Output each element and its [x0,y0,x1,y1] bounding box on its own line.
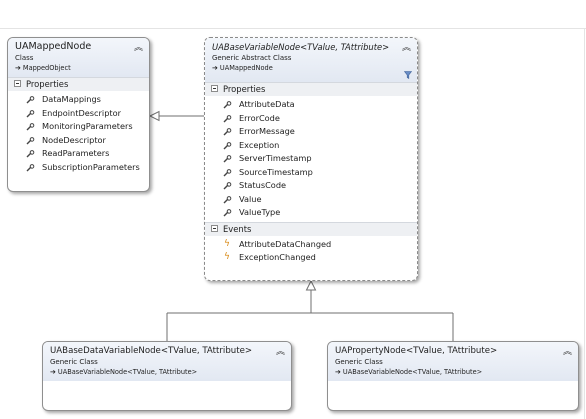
property-name: DataMappings [42,94,101,104]
property-name: StatusCode [239,180,287,190]
property-item[interactable]: Exception [205,139,417,153]
inherits-arrow-icon: ➔ [212,64,218,72]
property-name: EndpointDescriptor [42,107,121,118]
class-kind: Generic Class [50,358,98,366]
wrench-icon [26,96,35,104]
property-list: DataMappings EndpointDescriptor Monitori… [8,91,149,176]
collapse-chevron-icon[interactable]: ︽ [134,40,143,53]
wrench-icon [223,209,232,217]
wrench-icon [223,101,232,109]
property-item[interactable]: SourceTimestamp [205,166,417,180]
class-base: ➔ UABaseVariableNode<TValue, TAttribute> [335,368,572,377]
section-title: Events [223,223,252,234]
class-name: UAMappedNode [15,41,92,52]
class-box-ua-base-variable-node[interactable]: UABaseVariableNode<TValue, TAttribute> G… [204,37,418,281]
event-item[interactable]: ϟ ExceptionChanged [205,251,417,265]
class-name: UABaseVariableNode<TValue, TAttribute> [212,42,390,52]
class-kind: Class [15,54,34,62]
inherits-arrow-icon: ➔ [15,64,21,72]
class-header: UAMappedNode Class ➔ MappedObject ︽ [8,38,149,77]
collapse-minus-icon[interactable] [211,85,218,92]
wrench-icon [223,168,232,176]
property-item[interactable]: EndpointDescriptor [8,107,149,121]
property-name: ReadParameters [42,148,110,158]
section-title: Properties [223,84,266,94]
property-list: AttributeData ErrorCode ErrorMessage Exc… [205,96,417,222]
property-name: ErrorCode [239,112,280,123]
wrench-icon [26,123,35,131]
generalization-arrowhead-base [305,279,317,291]
event-name: AttributeDataChanged [239,238,332,249]
wrench-icon [26,136,35,144]
collapse-minus-icon[interactable] [14,80,21,87]
wrench-icon [223,141,232,149]
inherits-arrow-icon: ➔ [335,368,341,376]
property-name: Value [239,193,262,204]
class-header: UAPropertyNode<TValue, TAttribute> Gener… [328,342,578,381]
class-name: UABaseDataVariableNode<TValue, TAttribut… [50,346,253,356]
class-box-ua-base-data-variable-node[interactable]: UABaseDataVariableNode<TValue, TAttribut… [42,341,292,411]
lightning-event-icon: ϟ [224,238,230,249]
wrench-icon [223,195,232,203]
property-name: NodeDescriptor [42,134,106,145]
property-item[interactable]: ErrorMessage [205,125,417,139]
wrench-icon [223,182,232,190]
wrench-icon [26,163,35,171]
property-name: ValueType [239,207,281,217]
property-name: SourceTimestamp [239,166,313,177]
property-item[interactable]: AttributeData [205,98,417,112]
property-name: ServerTimestamp [239,153,312,163]
property-name: SubscriptionParameters [42,161,140,172]
collapse-chevron-icon[interactable]: ︽ [402,40,411,53]
property-item[interactable]: MonitoringParameters [8,120,149,134]
section-title: Properties [26,79,69,89]
class-box-ua-mapped-node[interactable]: UAMappedNode Class ➔ MappedObject ︽ Prope… [7,37,150,192]
class-kind: Generic Abstract Class [212,54,292,62]
class-name: UAPropertyNode<TValue, TAttribute> [335,346,498,356]
inherits-arrow-icon: ➔ [50,368,56,376]
property-item[interactable]: NodeDescriptor [8,134,149,148]
section-header-events[interactable]: Events [205,221,417,236]
property-name: AttributeData [239,99,295,109]
property-item[interactable]: ReadParameters [8,147,149,161]
class-header: UABaseVariableNode<TValue, TAttribute> G… [205,38,417,82]
wrench-icon [26,109,35,117]
section-header-properties[interactable]: Properties [205,82,417,96]
collapse-chevron-icon[interactable]: ︽ [276,344,285,357]
class-base: ➔ MappedObject [15,64,143,73]
property-item[interactable]: SubscriptionParameters [8,161,149,175]
property-name: Exception [239,139,280,150]
wrench-icon [223,114,232,122]
event-list: ϟ AttributeDataChanged ϟ ExceptionChanged [205,236,417,267]
property-item[interactable]: StatusCode [205,179,417,193]
filter-icon[interactable] [404,71,412,79]
lightning-event-icon: ϟ [224,252,230,262]
class-kind: Generic Class [335,358,383,366]
base-type-label: UABaseVariableNode<TValue, TAttribute> [342,368,483,376]
wrench-icon [223,155,232,163]
property-item[interactable]: Value [205,193,417,207]
class-base: ➔ UAMappedNode [212,64,411,73]
property-item[interactable]: ValueType [205,206,417,220]
property-item[interactable]: DataMappings [8,93,149,107]
base-type-label: UABaseVariableNode<TValue, TAttribute> [57,368,198,376]
property-item[interactable]: ErrorCode [205,112,417,126]
wrench-icon [223,128,232,136]
collapse-minus-icon[interactable] [211,224,218,232]
event-name: ExceptionChanged [239,252,316,262]
base-type-label: UAMappedNode [219,64,273,72]
property-item[interactable]: ServerTimestamp [205,152,417,166]
event-item[interactable]: ϟ AttributeDataChanged [205,238,417,252]
class-header: UABaseDataVariableNode<TValue, TAttribut… [43,342,291,381]
property-name: MonitoringParameters [42,121,133,131]
generalization-arrowhead-mapped [148,110,160,122]
collapse-chevron-icon[interactable]: ︽ [563,344,572,357]
class-box-ua-property-node[interactable]: UAPropertyNode<TValue, TAttribute> Gener… [327,341,579,411]
property-name: ErrorMessage [239,126,295,136]
wrench-icon [26,150,35,158]
class-base: ➔ UABaseVariableNode<TValue, TAttribute> [50,368,285,377]
base-type-label: MappedObject [22,64,71,72]
section-header-properties[interactable]: Properties [8,77,149,91]
